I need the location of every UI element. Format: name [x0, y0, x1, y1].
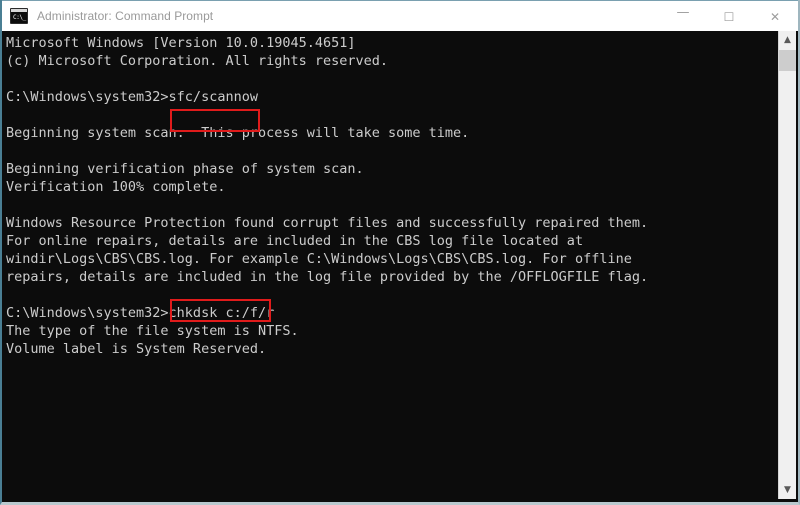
console-line: Beginning verification phase of system s…: [6, 161, 364, 177]
close-icon: ✕: [769, 9, 781, 24]
scroll-up-arrow-icon[interactable]: ▲: [779, 31, 796, 49]
console-text: Microsoft Windows [Version 10.0.19045.46…: [6, 34, 648, 358]
command-prompt-window: C:\_ Administrator: Command Prompt — ☐ ✕…: [0, 0, 800, 505]
console-line: repairs, details are included in the log…: [6, 269, 649, 285]
close-button[interactable]: ✕: [752, 1, 798, 32]
minimize-button[interactable]: —: [660, 1, 706, 32]
scrollbar-track[interactable]: [779, 71, 796, 481]
console-line: C:\Windows\system32>sfc/scannow: [6, 89, 258, 105]
console-line: For online repairs, details are included…: [6, 233, 584, 249]
console-line: The type of the file system is NTFS.: [6, 323, 299, 339]
title-bar[interactable]: C:\_ Administrator: Command Prompt — ☐ ✕: [2, 0, 798, 31]
console-output-area[interactable]: Microsoft Windows [Version 10.0.19045.46…: [4, 31, 796, 499]
cmd-icon-prompt-text: C:\_: [13, 14, 26, 21]
minimize-icon: —: [676, 5, 690, 20]
scroll-down-arrow-icon[interactable]: ▼: [779, 481, 796, 499]
window-controls: — ☐ ✕: [660, 1, 798, 32]
cmd-icon: C:\_: [10, 8, 28, 24]
console-line: Verification 100% complete.: [6, 179, 226, 195]
console-line: Volume label is System Reserved.: [6, 341, 267, 357]
console-scrollbar[interactable]: ▲ ▼: [778, 31, 796, 499]
maximize-icon: ☐: [723, 9, 735, 24]
console-line: Windows Resource Protection found corrup…: [6, 215, 649, 231]
scrollbar-thumb[interactable]: [779, 50, 796, 71]
console-line: Microsoft Windows [Version 10.0.19045.46…: [6, 35, 356, 51]
console-line: C:\Windows\system32>chkdsk c:/f/r: [6, 305, 275, 321]
console-line: windir\Logs\CBS\CBS.log. For example C:\…: [6, 251, 632, 267]
console-line: (c) Microsoft Corporation. All rights re…: [6, 53, 389, 69]
maximize-button[interactable]: ☐: [706, 1, 752, 32]
console-line: Beginning system scan. This process will…: [6, 125, 470, 141]
window-title: Administrator: Command Prompt: [37, 9, 214, 23]
